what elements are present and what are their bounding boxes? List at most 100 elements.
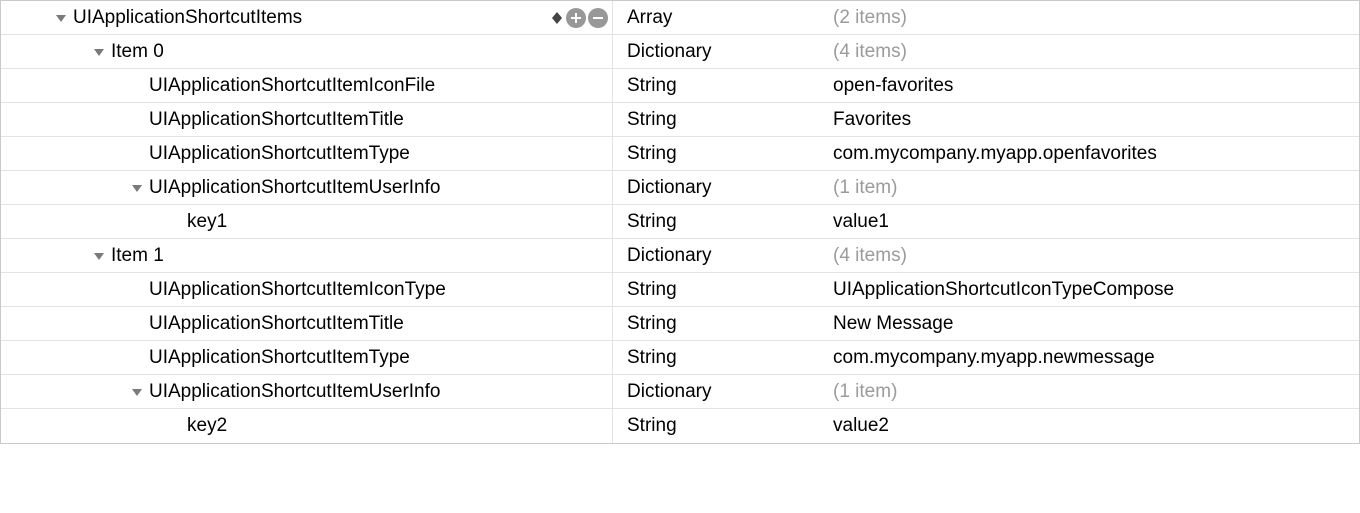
value-cell[interactable]: (4 items) — [819, 35, 1359, 68]
value-cell[interactable]: open-favorites — [819, 69, 1359, 102]
value-label: (1 item) — [833, 381, 897, 403]
add-row-button[interactable] — [566, 8, 586, 28]
key-cell[interactable]: key2 — [1, 409, 613, 443]
row-controls — [544, 8, 608, 28]
key-cell[interactable]: UIApplicationShortcutItemUserInfo — [1, 171, 613, 204]
value-label: value2 — [833, 415, 889, 437]
key-cell[interactable]: UIApplicationShortcutItemIconType — [1, 273, 613, 306]
table-row[interactable]: UIApplicationShortcutItemUserInfo Diction… — [1, 375, 1359, 409]
type-cell[interactable]: Dictionary — [613, 171, 819, 204]
disclosure-triangle-icon[interactable] — [127, 386, 147, 398]
type-cell[interactable]: Array — [613, 1, 819, 34]
key-label: UIApplicationShortcutItemUserInfo — [147, 381, 440, 403]
value-cell[interactable]: value1 — [819, 205, 1359, 238]
disclosure-triangle-icon[interactable] — [127, 182, 147, 194]
type-stepper[interactable] — [550, 9, 564, 27]
value-label: UIApplicationShortcutIconTypeCompose — [833, 279, 1174, 301]
disclosure-triangle-icon[interactable] — [89, 250, 109, 262]
key-cell[interactable]: UIApplicationShortcutItemType — [1, 137, 613, 170]
type-cell[interactable]: String — [613, 69, 819, 102]
type-label: String — [627, 143, 677, 165]
disclosure-triangle-icon[interactable] — [51, 12, 71, 24]
value-cell[interactable]: Favorites — [819, 103, 1359, 136]
key-cell[interactable]: UIApplicationShortcutItemIconFile — [1, 69, 613, 102]
type-label: String — [627, 313, 677, 335]
type-label: String — [627, 211, 677, 233]
key-cell[interactable]: Item 1 — [1, 239, 613, 272]
value-label: (2 items) — [833, 7, 907, 29]
value-cell[interactable]: (2 items) — [819, 1, 1359, 34]
type-label: String — [627, 109, 677, 131]
value-cell[interactable]: com.mycompany.myapp.openfavorites — [819, 137, 1359, 170]
table-row[interactable]: UIApplicationShortcutItemType String com.m… — [1, 341, 1359, 375]
type-label: String — [627, 347, 677, 369]
type-cell[interactable]: Dictionary — [613, 375, 819, 408]
key-label: UIApplicationShortcutItemTitle — [147, 313, 404, 335]
disclosure-triangle-icon[interactable] — [89, 46, 109, 58]
table-row[interactable]: key2 String value2 — [1, 409, 1359, 443]
value-cell[interactable]: UIApplicationShortcutIconTypeCompose — [819, 273, 1359, 306]
type-label: String — [627, 75, 677, 97]
key-cell[interactable]: UIApplicationShortcutItemTitle — [1, 103, 613, 136]
table-row[interactable]: Item 1 Dictionary (4 items) — [1, 239, 1359, 273]
type-label: Array — [627, 7, 672, 29]
plist-table: UIApplicationShortcutItems Array (2 items)… — [0, 0, 1360, 444]
type-cell[interactable]: String — [613, 341, 819, 374]
table-row[interactable]: UIApplicationShortcutItemIconType String U… — [1, 273, 1359, 307]
value-cell[interactable]: (1 item) — [819, 375, 1359, 408]
table-row[interactable]: key1 String value1 — [1, 205, 1359, 239]
type-cell[interactable]: String — [613, 103, 819, 136]
type-label: String — [627, 279, 677, 301]
key-label: UIApplicationShortcutItemIconType — [147, 279, 446, 301]
table-row[interactable]: UIApplicationShortcutItemType String com.m… — [1, 137, 1359, 171]
type-cell[interactable]: Dictionary — [613, 239, 819, 272]
table-row[interactable]: UIApplicationShortcutItemTitle String Favo… — [1, 103, 1359, 137]
key-label: key2 — [185, 415, 227, 437]
value-cell[interactable]: (1 item) — [819, 171, 1359, 204]
key-label: UIApplicationShortcutItemIconFile — [147, 75, 435, 97]
table-row[interactable]: UIApplicationShortcutItemIconFile String o… — [1, 69, 1359, 103]
value-label: (4 items) — [833, 41, 907, 63]
value-label: (1 item) — [833, 177, 897, 199]
key-label: key1 — [185, 211, 227, 233]
value-label: New Message — [833, 313, 953, 335]
key-cell[interactable]: key1 — [1, 205, 613, 238]
key-cell[interactable]: UIApplicationShortcutItemType — [1, 341, 613, 374]
value-label: value1 — [833, 211, 889, 233]
table-row[interactable]: UIApplicationShortcutItems Array (2 items) — [1, 1, 1359, 35]
type-label: String — [627, 415, 677, 437]
type-label: Dictionary — [627, 41, 711, 63]
remove-row-button[interactable] — [588, 8, 608, 28]
type-cell[interactable]: String — [613, 137, 819, 170]
table-row[interactable]: UIApplicationShortcutItemUserInfo Diction… — [1, 171, 1359, 205]
key-label: UIApplicationShortcutItemUserInfo — [147, 177, 440, 199]
value-label: open-favorites — [833, 75, 953, 97]
type-cell[interactable]: String — [613, 273, 819, 306]
value-label: (4 items) — [833, 245, 907, 267]
value-label: com.mycompany.myapp.openfavorites — [833, 143, 1157, 165]
value-label: com.mycompany.myapp.newmessage — [833, 347, 1155, 369]
type-cell[interactable]: String — [613, 307, 819, 340]
value-label: Favorites — [833, 109, 911, 131]
value-cell[interactable]: com.mycompany.myapp.newmessage — [819, 341, 1359, 374]
key-cell[interactable]: UIApplicationShortcutItems — [1, 1, 613, 34]
table-row[interactable]: UIApplicationShortcutItemTitle String New … — [1, 307, 1359, 341]
value-cell[interactable]: value2 — [819, 409, 1359, 443]
key-label: UIApplicationShortcutItemType — [147, 143, 410, 165]
key-label: UIApplicationShortcutItemType — [147, 347, 410, 369]
type-label: Dictionary — [627, 177, 711, 199]
type-cell[interactable]: Dictionary — [613, 35, 819, 68]
value-cell[interactable]: (4 items) — [819, 239, 1359, 272]
key-label: Item 1 — [109, 245, 164, 267]
key-label: UIApplicationShortcutItemTitle — [147, 109, 404, 131]
type-cell[interactable]: String — [613, 205, 819, 238]
table-row[interactable]: Item 0 Dictionary (4 items) — [1, 35, 1359, 69]
key-label: Item 0 — [109, 41, 164, 63]
key-cell[interactable]: UIApplicationShortcutItemTitle — [1, 307, 613, 340]
key-cell[interactable]: Item 0 — [1, 35, 613, 68]
key-label: UIApplicationShortcutItems — [71, 7, 302, 29]
key-cell[interactable]: UIApplicationShortcutItemUserInfo — [1, 375, 613, 408]
type-cell[interactable]: String — [613, 409, 819, 443]
value-cell[interactable]: New Message — [819, 307, 1359, 340]
type-label: Dictionary — [627, 245, 711, 267]
